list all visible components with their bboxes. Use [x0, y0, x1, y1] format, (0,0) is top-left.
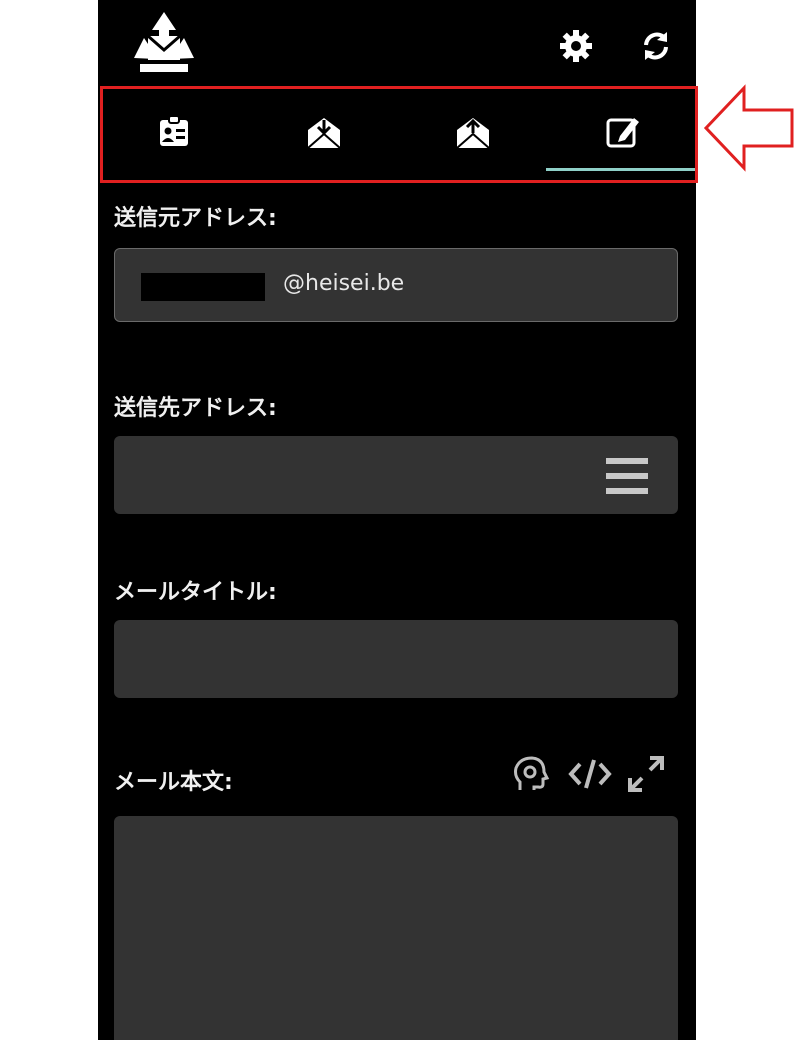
subject-field[interactable]	[114, 620, 678, 698]
ai-head-icon[interactable]	[510, 754, 550, 794]
gear-icon[interactable]	[558, 28, 594, 64]
annotation-highlight-box	[100, 86, 698, 183]
from-address-field[interactable]: @heisei.be	[114, 248, 678, 322]
to-label: 送信先アドレス:	[114, 396, 277, 421]
to-address-field[interactable]	[114, 436, 678, 514]
redacted-username	[141, 273, 265, 301]
refresh-icon[interactable]	[638, 28, 674, 64]
menu-icon[interactable]	[606, 458, 648, 494]
body-field[interactable]	[114, 816, 678, 1040]
recycle-mail-logo-icon[interactable]	[128, 8, 200, 80]
annotation-arrow-icon	[704, 84, 794, 172]
from-label: 送信元アドレス:	[114, 206, 277, 231]
code-icon[interactable]	[568, 754, 612, 794]
from-address-value: @heisei.be	[283, 271, 405, 296]
subject-label: メールタイトル:	[114, 580, 277, 605]
expand-icon[interactable]	[626, 754, 666, 794]
body-label: メール本文:	[114, 770, 233, 795]
